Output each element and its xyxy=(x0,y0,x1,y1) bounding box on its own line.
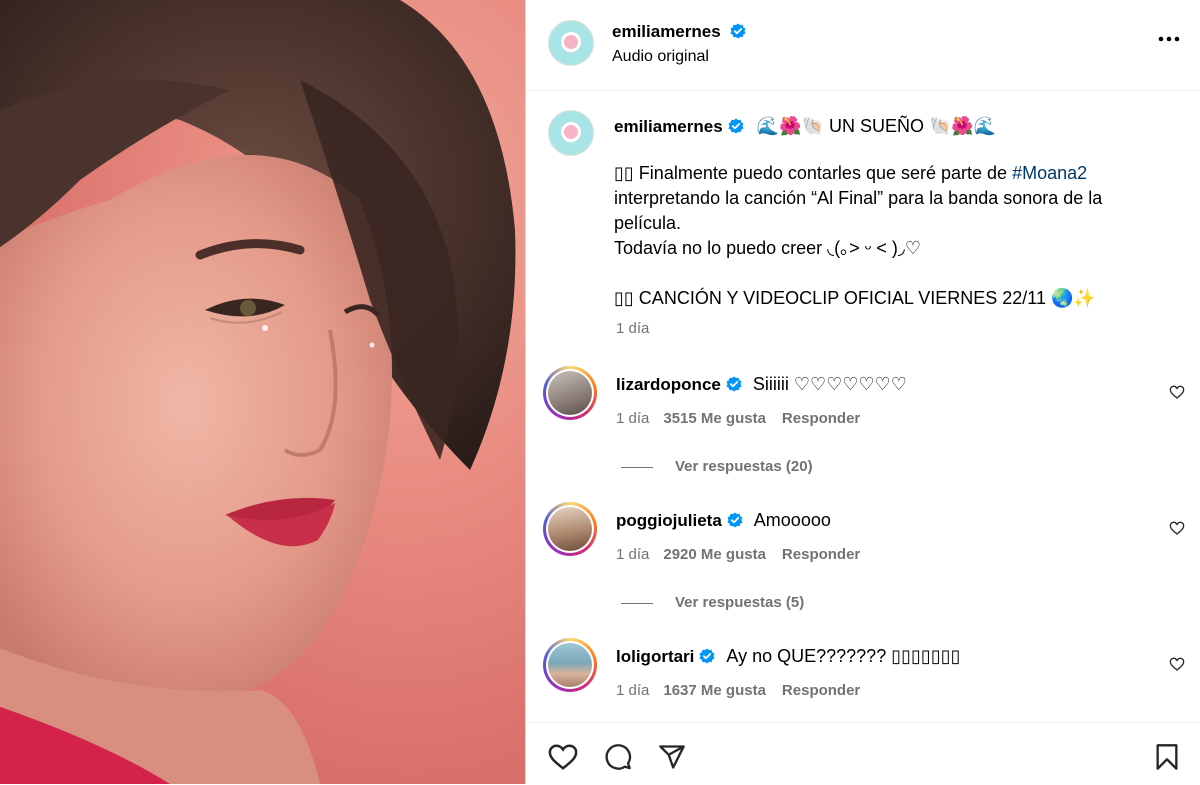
caption-emoji-right: 🐚🌺🌊 xyxy=(929,116,997,136)
verified-badge-icon xyxy=(726,376,742,392)
comment-time[interactable]: 1 día xyxy=(616,410,649,427)
comment-likes[interactable]: 2920 Me gusta xyxy=(663,546,766,563)
comment-row: loligortari Ay no QUE??????? ▯▯▯▯▯▯▯ xyxy=(616,644,961,669)
like-heart-icon[interactable] xyxy=(548,743,578,771)
view-replies-button[interactable]: Ver respuestas (5) xyxy=(621,594,804,611)
comment-meta: 1 día 3515 Me gusta Responder xyxy=(616,410,860,427)
comment-icon[interactable] xyxy=(604,743,632,771)
caption-body: ▯▯ Finalmente puedo contarles que seré p… xyxy=(614,161,1174,311)
caption-line-3: película. xyxy=(614,213,682,233)
author-username-text[interactable]: emiliamernes xyxy=(612,22,721,41)
post-media[interactable] xyxy=(0,0,525,784)
post-action-bar xyxy=(526,722,1200,785)
more-options-icon[interactable] xyxy=(1158,36,1180,42)
verified-badge-icon xyxy=(728,118,744,134)
verified-badge-icon xyxy=(699,648,715,664)
author-username[interactable]: emiliamernes xyxy=(612,22,746,42)
post-panel: emiliamernes Audio original emiliamernes… xyxy=(526,0,1200,784)
post-image xyxy=(0,0,516,784)
save-bookmark-icon[interactable] xyxy=(1154,743,1180,771)
comment-time[interactable]: 1 día xyxy=(616,546,649,563)
hashtag-link[interactable]: #Moana2 xyxy=(1012,163,1087,183)
author-avatar[interactable] xyxy=(548,20,594,66)
reply-button[interactable]: Responder xyxy=(782,546,860,563)
share-send-icon[interactable] xyxy=(658,743,686,771)
comment-time[interactable]: 1 día xyxy=(616,682,649,699)
replies-line xyxy=(621,466,653,468)
comment-avatar[interactable] xyxy=(543,502,597,556)
post-header: emiliamernes Audio original xyxy=(526,0,1200,91)
comment-meta: 1 día 1637 Me gusta Responder xyxy=(616,682,860,699)
comment-username[interactable]: lizardoponce xyxy=(616,375,721,394)
comment-row: poggiojulieta Amooooo xyxy=(616,508,831,533)
comment-avatar[interactable] xyxy=(543,366,597,420)
view-replies-text[interactable]: Ver respuestas (5) xyxy=(675,594,804,611)
caption-title-line: emiliamernes 🌊🌺🐚 UN SUEÑO 🐚🌺🌊 xyxy=(614,114,1174,139)
comment-likes[interactable]: 1637 Me gusta xyxy=(663,682,766,699)
comment-meta: 1 día 2920 Me gusta Responder xyxy=(616,546,860,563)
comment-avatar[interactable] xyxy=(543,638,597,692)
comment-likes[interactable]: 3515 Me gusta xyxy=(663,410,766,427)
caption-line-4: Todavía no lo puedo creer ◟(｡> ᵕ < )◞♡ xyxy=(614,238,922,258)
comment-like-heart-icon[interactable] xyxy=(1169,520,1185,536)
caption-username[interactable]: emiliamernes xyxy=(614,117,723,136)
comment-like-heart-icon[interactable] xyxy=(1169,384,1185,400)
caption-avatar[interactable] xyxy=(548,110,594,156)
verified-badge-icon xyxy=(730,23,746,39)
caption-emoji-left: 🌊🌺🐚 xyxy=(756,116,824,136)
comment-text: Siiiiii ♡♡♡♡♡♡♡ xyxy=(752,374,907,394)
caption-line-5-emoji: 🌏✨ xyxy=(1050,288,1096,308)
comment-row: lizardoponce Siiiiii ♡♡♡♡♡♡♡ xyxy=(616,372,907,397)
caption-line-2: interpretando la canción “Al Final” para… xyxy=(614,188,1103,208)
reply-button[interactable]: Responder xyxy=(782,410,860,427)
replies-line xyxy=(621,602,653,604)
caption-time[interactable]: 1 día xyxy=(616,320,649,337)
reply-button[interactable]: Responder xyxy=(782,682,860,699)
comment-text: Ay no QUE??????? ▯▯▯▯▯▯▯ xyxy=(726,646,961,666)
comment-like-heart-icon[interactable] xyxy=(1169,656,1185,672)
view-replies-button[interactable]: Ver respuestas (20) xyxy=(621,458,813,475)
caption-line-5: ▯▯ CANCIÓN Y VIDEOCLIP OFICIAL VIERNES 2… xyxy=(614,288,1096,308)
view-replies-text[interactable]: Ver respuestas (20) xyxy=(675,458,813,475)
audio-label[interactable]: Audio original xyxy=(612,48,709,66)
comment-username[interactable]: poggiojulieta xyxy=(616,511,722,530)
comment-text: Amooooo xyxy=(753,510,831,530)
caption-title: UN SUEÑO xyxy=(828,116,924,136)
caption-line-1: ▯▯ Finalmente puedo contarles que seré p… xyxy=(614,163,1088,183)
comment-username[interactable]: loligortari xyxy=(616,647,694,666)
verified-badge-icon xyxy=(727,512,743,528)
